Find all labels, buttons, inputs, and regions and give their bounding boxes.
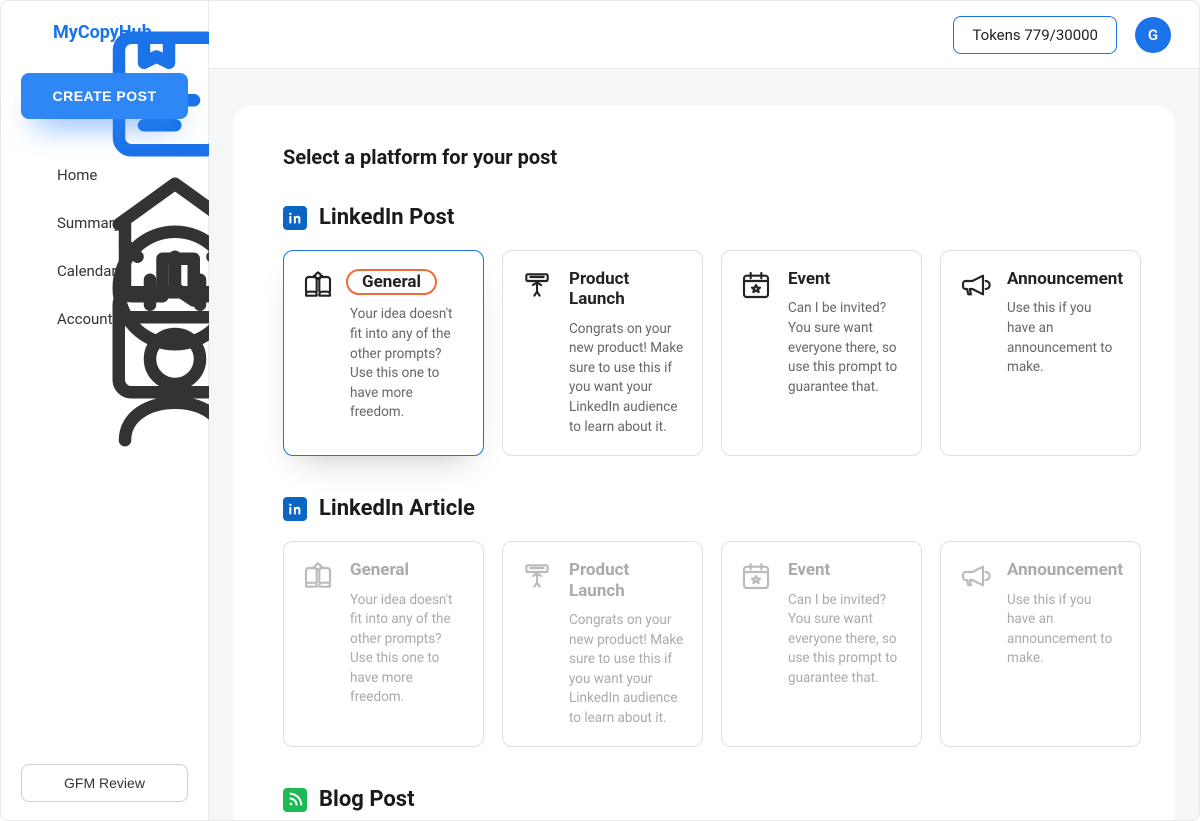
tile-title: Event xyxy=(788,560,903,580)
tile-title: Announcement xyxy=(1007,269,1122,289)
main: Tokens 779/30000 G Select a platform for… xyxy=(209,1,1199,820)
tile-event[interactable]: Event Can I be invited? You sure want eve… xyxy=(721,250,922,456)
section-header: LinkedIn Post xyxy=(283,205,1125,230)
section-blog-post: Blog PostGeneralYour idea doesn't fit in… xyxy=(283,787,1125,820)
tiles: General Your idea doesn't fit into any of… xyxy=(283,250,1125,456)
nav-label: Summary xyxy=(57,214,121,232)
chevron-down-icon xyxy=(168,311,184,327)
tile-announcement[interactable]: Announcement Use this if you have an anno… xyxy=(940,541,1141,747)
tiles: General Your idea doesn't fit into any of… xyxy=(283,541,1125,747)
tile-desc: Can I be invited? You sure want everyone… xyxy=(788,299,903,397)
nav-label: Calendar xyxy=(57,262,117,280)
tile-event[interactable]: Event Can I be invited? You sure want eve… xyxy=(721,541,922,747)
page-title: Select a platform for your post xyxy=(283,145,1125,169)
nav-item-summary[interactable]: Summary xyxy=(17,203,192,243)
sidebar: MyCopyHub CREATE POST Home Summary Calen… xyxy=(1,1,209,820)
tile-body: GeneralYour idea doesn't fit into any of… xyxy=(350,269,465,423)
nav: Home Summary Calendar Account xyxy=(17,155,192,339)
section-linkedin-article: LinkedIn Article General Your idea doesn't… xyxy=(283,496,1125,747)
nav-label: Account xyxy=(57,310,113,328)
linkedin-icon xyxy=(283,206,307,230)
tile-desc: Can I be invited? You sure want everyone… xyxy=(788,591,903,689)
content: Select a platform for your post LinkedIn… xyxy=(209,69,1199,820)
nav-label: Home xyxy=(57,166,97,184)
tile-desc: Your idea doesn't fit into any of the ot… xyxy=(350,591,465,708)
general-icon xyxy=(302,269,334,301)
tile-body: Event Can I be invited? You sure want eve… xyxy=(788,269,903,397)
launch-icon xyxy=(521,269,553,301)
logo[interactable]: MyCopyHub xyxy=(17,19,192,45)
topbar: Tokens 779/30000 G xyxy=(209,1,1199,69)
tile-title: General xyxy=(350,560,465,580)
tile-title: General xyxy=(346,269,437,295)
tile-title: Product Launch xyxy=(569,269,684,310)
tile-general[interactable]: General Your idea doesn't fit into any of… xyxy=(283,541,484,747)
tile-title: Announcement xyxy=(1007,560,1122,580)
tile-desc: Congrats on your new product! Make sure … xyxy=(569,320,684,437)
tile-body: Event Can I be invited? You sure want eve… xyxy=(788,560,903,688)
section-header: Blog Post xyxy=(283,787,1125,812)
general-icon xyxy=(302,560,334,592)
logo-text: MyCopyHub xyxy=(53,22,152,43)
tile-body: Announcement Use this if you have an anno… xyxy=(1007,560,1122,669)
tile-desc: Use this if you have an announcement to … xyxy=(1007,299,1122,377)
nav-item-account[interactable]: Account xyxy=(17,299,192,339)
tile-body: Product Launch Congrats on your new produ… xyxy=(569,269,684,437)
tile-title: Event xyxy=(788,269,903,289)
tile-desc: Your idea doesn't fit into any of the ot… xyxy=(350,305,465,422)
calendar-icon xyxy=(25,261,45,281)
section-title: Blog Post xyxy=(319,787,415,812)
section-title: LinkedIn Post xyxy=(319,205,454,230)
nav-item-home[interactable]: Home xyxy=(17,155,192,195)
home-icon xyxy=(25,165,45,185)
tile-title: Product Launch xyxy=(569,560,684,601)
logo-icon xyxy=(19,19,45,45)
account-icon xyxy=(25,309,45,329)
event-icon xyxy=(740,560,772,592)
tile-desc: Use this if you have an announcement to … xyxy=(1007,591,1122,669)
tile-product-launch[interactable]: Product Launch Congrats on your new produ… xyxy=(502,250,703,456)
announcement-icon xyxy=(959,560,991,592)
tile-product-launch[interactable]: Product Launch Congrats on your new produ… xyxy=(502,541,703,747)
tokens-badge: Tokens 779/30000 xyxy=(953,16,1117,54)
avatar[interactable]: G xyxy=(1135,17,1171,53)
create-post-button[interactable]: CREATE POST xyxy=(21,73,188,119)
tile-general[interactable]: General Your idea doesn't fit into any of… xyxy=(283,250,484,456)
tile-desc: Congrats on your new product! Make sure … xyxy=(569,611,684,728)
launch-icon xyxy=(521,560,553,592)
gfm-review-button[interactable]: GFM Review xyxy=(21,764,188,802)
card: Select a platform for your post LinkedIn… xyxy=(233,105,1175,820)
linkedin-icon xyxy=(283,497,307,521)
tile-body: Product Launch Congrats on your new produ… xyxy=(569,560,684,728)
section-title: LinkedIn Article xyxy=(319,496,475,521)
nav-item-calendar[interactable]: Calendar xyxy=(17,251,192,291)
tile-body: General Your idea doesn't fit into any of… xyxy=(350,560,465,708)
announcement-icon xyxy=(959,269,991,301)
tile-body: Announcement Use this if you have an anno… xyxy=(1007,269,1122,378)
rss-icon xyxy=(283,788,307,812)
event-icon xyxy=(740,269,772,301)
tile-announcement[interactable]: Announcement Use this if you have an anno… xyxy=(940,250,1141,456)
section-linkedin-post: LinkedIn Post General Your idea doesn't fi… xyxy=(283,205,1125,456)
summary-icon xyxy=(25,213,45,233)
section-header: LinkedIn Article xyxy=(283,496,1125,521)
